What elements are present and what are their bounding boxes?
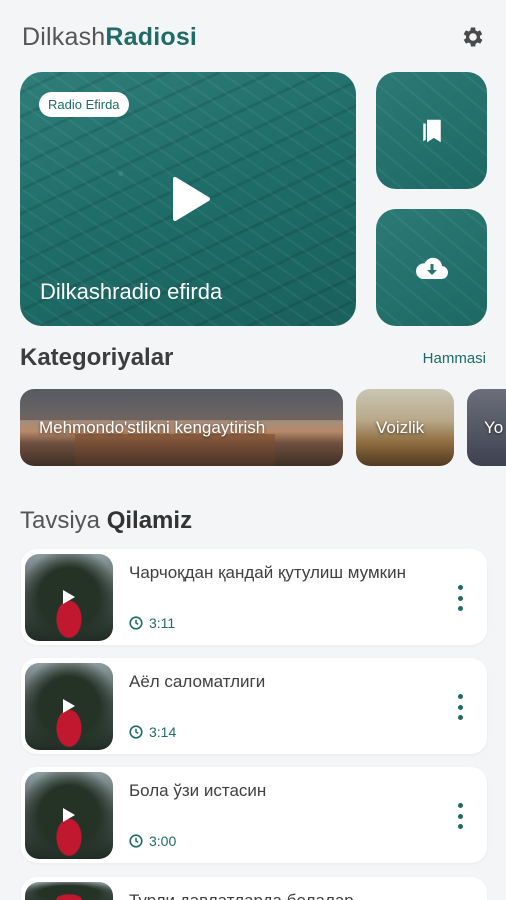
play-icon — [63, 808, 75, 822]
categories-title: Kategoriyalar — [20, 344, 174, 371]
downloads-button[interactable] — [376, 209, 487, 326]
more-options-icon[interactable] — [455, 694, 465, 720]
recommend-title-part1: Tavsiya — [20, 507, 101, 534]
play-icon[interactable] — [171, 176, 211, 222]
bookmarks-icon — [422, 119, 441, 142]
categories-carousel[interactable]: Mehmondo'stlikni kengaytirish Voizlik Yo — [20, 389, 506, 466]
track-title: Турли давлатларда болалар — [129, 890, 419, 900]
recommend-title-part2: Qilamiz — [106, 507, 193, 534]
duration-text: 3:00 — [149, 833, 177, 849]
track-thumbnail[interactable] — [25, 554, 113, 641]
category-image — [75, 434, 275, 466]
category-label: Yo — [484, 417, 504, 437]
track-title: Аёл саломатлиги — [129, 672, 266, 691]
live-radio-title: Dilkashradio efirda — [40, 279, 223, 304]
track-title: Бола ўзи истасин — [129, 781, 267, 800]
track-thumbnail[interactable] — [25, 772, 113, 859]
track-card[interactable]: Аёл саломатлиги 3:14 — [21, 658, 487, 754]
cloud-download-icon — [415, 257, 448, 279]
saved-button[interactable] — [376, 72, 487, 189]
track-duration: 3:11 — [129, 615, 175, 631]
live-radio-card[interactable]: Radio Efirda Dilkashradio efirda — [20, 72, 356, 326]
clock-icon — [129, 616, 143, 630]
more-options-icon[interactable] — [455, 585, 465, 611]
track-card[interactable]: Чарчоқдан қандай қутулиш мумкин 3:11 — [21, 549, 487, 645]
track-duration: 3:14 — [129, 724, 176, 740]
category-label: Voizlik — [376, 417, 425, 437]
top-bar: DilkashRadiosi — [22, 20, 488, 54]
category-label: Mehmondo'stlikni kengaytirish — [39, 417, 266, 437]
recommend-title: Tavsiya Qilamiz — [20, 507, 192, 535]
category-card[interactable]: Yo — [467, 389, 506, 466]
see-all-link[interactable]: Hammasi — [423, 350, 486, 367]
track-duration: 3:00 — [129, 833, 176, 849]
clock-icon — [129, 725, 143, 739]
play-icon — [63, 590, 75, 604]
app-title: DilkashRadiosi — [22, 23, 197, 52]
live-badge: Radio Efirda — [39, 92, 129, 117]
category-card[interactable]: Voizlik — [356, 389, 454, 466]
category-card[interactable]: Mehmondo'stlikni kengaytirish — [20, 389, 343, 466]
track-thumbnail[interactable] — [25, 663, 113, 750]
track-title: Чарчоқдан қандай қутулиш мумкин — [129, 563, 406, 582]
play-icon — [63, 699, 75, 713]
track-card[interactable]: Бола ўзи истасин 3:00 — [21, 767, 487, 863]
app-title-part2: Radiosi — [105, 22, 198, 51]
categories-header: Kategoriyalar Hammasi — [20, 344, 486, 372]
gear-icon[interactable] — [458, 22, 488, 52]
track-card[interactable]: Турли давлатларда болалар — [21, 877, 487, 900]
duration-text: 3:11 — [149, 615, 176, 631]
more-options-icon[interactable] — [455, 803, 465, 829]
duration-text: 3:14 — [149, 724, 177, 740]
track-thumbnail[interactable] — [25, 882, 113, 900]
clock-icon — [129, 834, 143, 848]
app-title-part1: Dilkash — [22, 22, 106, 51]
